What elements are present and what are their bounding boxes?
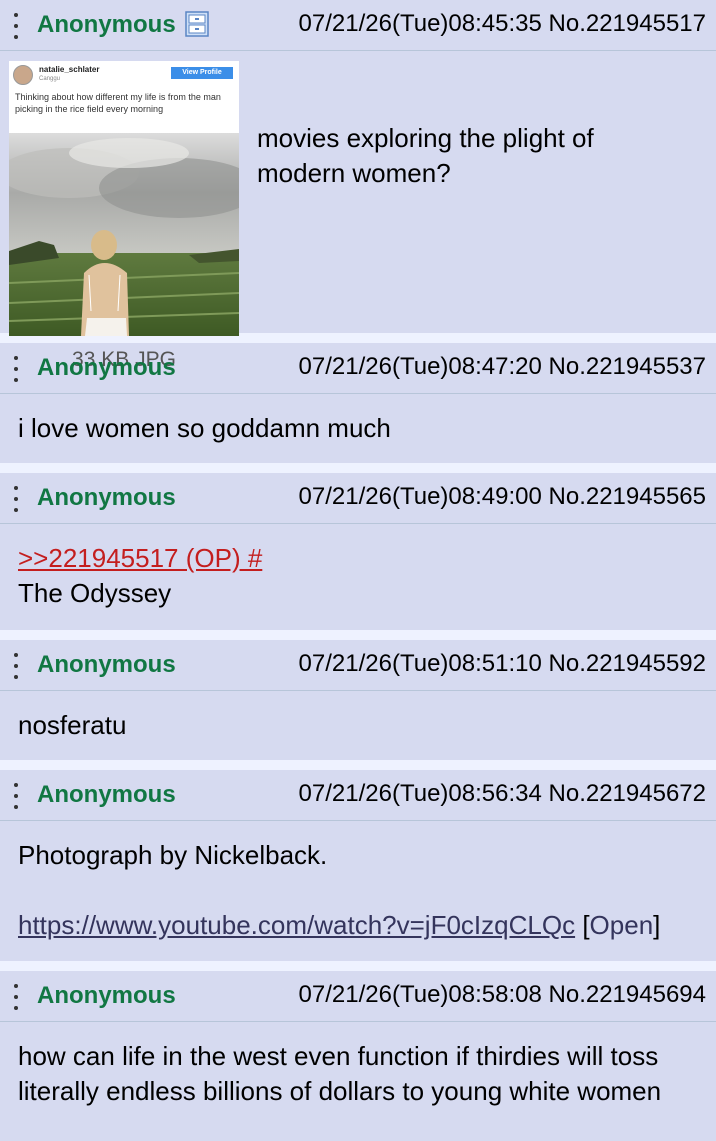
post-date: 07/21/26(Tue)08:47:20 bbox=[298, 353, 542, 380]
op-body: natalie_schlater Canggu View Profile Thi… bbox=[0, 51, 716, 371]
poster-name: Anonymous bbox=[37, 484, 176, 511]
post-menu-icon[interactable] bbox=[13, 984, 19, 1010]
post-221945565: Anonymous 07/21/26(Tue)08:49:00 No.22194… bbox=[0, 473, 716, 630]
file-info-icon[interactable] bbox=[185, 11, 209, 37]
post-datetime: 07/21/26(Tue)08:51:10 No.221945592 bbox=[299, 649, 706, 679]
post-datetime: 07/21/26(Tue)08:47:20 No.221945537 bbox=[299, 352, 706, 382]
poster-name: Anonymous bbox=[37, 781, 176, 808]
post-text: nosferatu bbox=[18, 710, 127, 740]
poster-name: Anonymous bbox=[37, 651, 176, 678]
open-embed-link[interactable]: Open bbox=[590, 910, 654, 940]
post-datetime: 07/21/26(Tue)08:49:00 No.221945565 bbox=[299, 482, 706, 512]
post-text-line: movies exploring the plight of bbox=[257, 123, 594, 153]
link-line: https://www.youtube.com/watch?v=jF0cIzqC… bbox=[18, 908, 698, 943]
post-text: i love women so goddamn much bbox=[18, 413, 391, 443]
post-text-line: modern women? bbox=[257, 158, 451, 188]
post-text: Photograph by Nickelback. bbox=[18, 840, 328, 870]
post-datetime: 07/21/26(Tue)08:58:08 No.221945694 bbox=[299, 980, 706, 1010]
post-date: 07/21/26(Tue)08:49:00 bbox=[298, 483, 542, 510]
post-number[interactable]: No.221945672 bbox=[549, 780, 706, 807]
post-text: The Odyssey bbox=[18, 578, 172, 608]
avatar bbox=[13, 65, 33, 85]
post-message: nosferatu bbox=[0, 691, 716, 743]
quote-link[interactable]: >>221945517 (OP) # bbox=[18, 543, 262, 573]
post-header: Anonymous 07/21/26(Tue)08:45:35 No.22194… bbox=[0, 0, 716, 51]
post-message: >>221945517 (OP) # The Odyssey bbox=[0, 524, 716, 611]
post-header: Anonymous 07/21/26(Tue)08:58:08 No.22194… bbox=[0, 971, 716, 1022]
post-date: 07/21/26(Tue)08:51:10 bbox=[298, 650, 542, 677]
post-menu-icon[interactable] bbox=[13, 356, 19, 382]
poster-name: Anonymous bbox=[37, 11, 176, 38]
post-text-line: literally endless billions of dollars to… bbox=[18, 1076, 662, 1106]
post-221945592: Anonymous 07/21/26(Tue)08:51:10 No.22194… bbox=[0, 640, 716, 760]
post-number[interactable]: No.221945565 bbox=[549, 483, 706, 510]
post-datetime: 07/21/26(Tue)08:45:35 No.221945517 bbox=[299, 9, 706, 39]
post-message: movies exploring the plight of modern wo… bbox=[257, 121, 697, 191]
post-message: Photograph by Nickelback. https://www.yo… bbox=[0, 821, 716, 943]
post-header: Anonymous 07/21/26(Tue)08:51:10 No.22194… bbox=[0, 640, 716, 691]
post-221945672: Anonymous 07/21/26(Tue)08:56:34 No.22194… bbox=[0, 770, 716, 961]
bracket-right: ] bbox=[653, 910, 661, 940]
post-thumbnail[interactable]: natalie_schlater Canggu View Profile Thi… bbox=[9, 61, 239, 336]
post-number[interactable]: No.221945694 bbox=[549, 981, 706, 1008]
post-date: 07/21/26(Tue)08:58:08 bbox=[298, 981, 542, 1008]
poster-name: Anonymous bbox=[37, 982, 176, 1009]
bracket-left: [ bbox=[582, 910, 590, 940]
post-menu-icon[interactable] bbox=[13, 783, 19, 809]
post-number[interactable]: No.221945537 bbox=[549, 353, 706, 380]
rice-field-photo bbox=[9, 133, 239, 336]
thumb-location: Canggu bbox=[39, 76, 61, 82]
post-221945537: Anonymous 07/21/26(Tue)08:47:20 No.22194… bbox=[0, 343, 716, 463]
thumb-username: natalie_schlater bbox=[39, 65, 100, 74]
post-header: Anonymous 07/21/26(Tue)08:47:20 No.22194… bbox=[0, 343, 716, 394]
post-header: Anonymous 07/21/26(Tue)08:56:34 No.22194… bbox=[0, 770, 716, 821]
post-menu-icon[interactable] bbox=[13, 13, 19, 39]
poster-name: Anonymous bbox=[37, 354, 176, 381]
post-number[interactable]: No.221945592 bbox=[549, 650, 706, 677]
post-text-line: how can life in the west even function i… bbox=[18, 1041, 659, 1071]
post-header: Anonymous 07/21/26(Tue)08:49:00 No.22194… bbox=[0, 473, 716, 524]
youtube-link[interactable]: https://www.youtube.com/watch?v=jF0cIzqC… bbox=[18, 910, 575, 940]
thumb-caption: Thinking about how different my life is … bbox=[15, 92, 221, 114]
post-message: how can life in the west even function i… bbox=[0, 1022, 716, 1109]
post-date: 07/21/26(Tue)08:56:34 bbox=[298, 780, 542, 807]
post-datetime: 07/21/26(Tue)08:56:34 No.221945672 bbox=[299, 779, 706, 809]
post-date: 07/21/26(Tue)08:45:35 bbox=[298, 10, 542, 37]
post-menu-icon[interactable] bbox=[13, 486, 19, 512]
post-221945517: Anonymous 07/21/26(Tue)08:45:35 No.22194… bbox=[0, 0, 716, 371]
post-221945694: Anonymous 07/21/26(Tue)08:58:08 No.22194… bbox=[0, 971, 716, 1141]
post-message: i love women so goddamn much bbox=[0, 394, 716, 446]
post-menu-icon[interactable] bbox=[13, 653, 19, 679]
post-number[interactable]: No.221945517 bbox=[549, 10, 706, 37]
thumb-card-header: natalie_schlater Canggu View Profile Thi… bbox=[9, 61, 239, 133]
view-profile-button: View Profile bbox=[171, 67, 233, 79]
